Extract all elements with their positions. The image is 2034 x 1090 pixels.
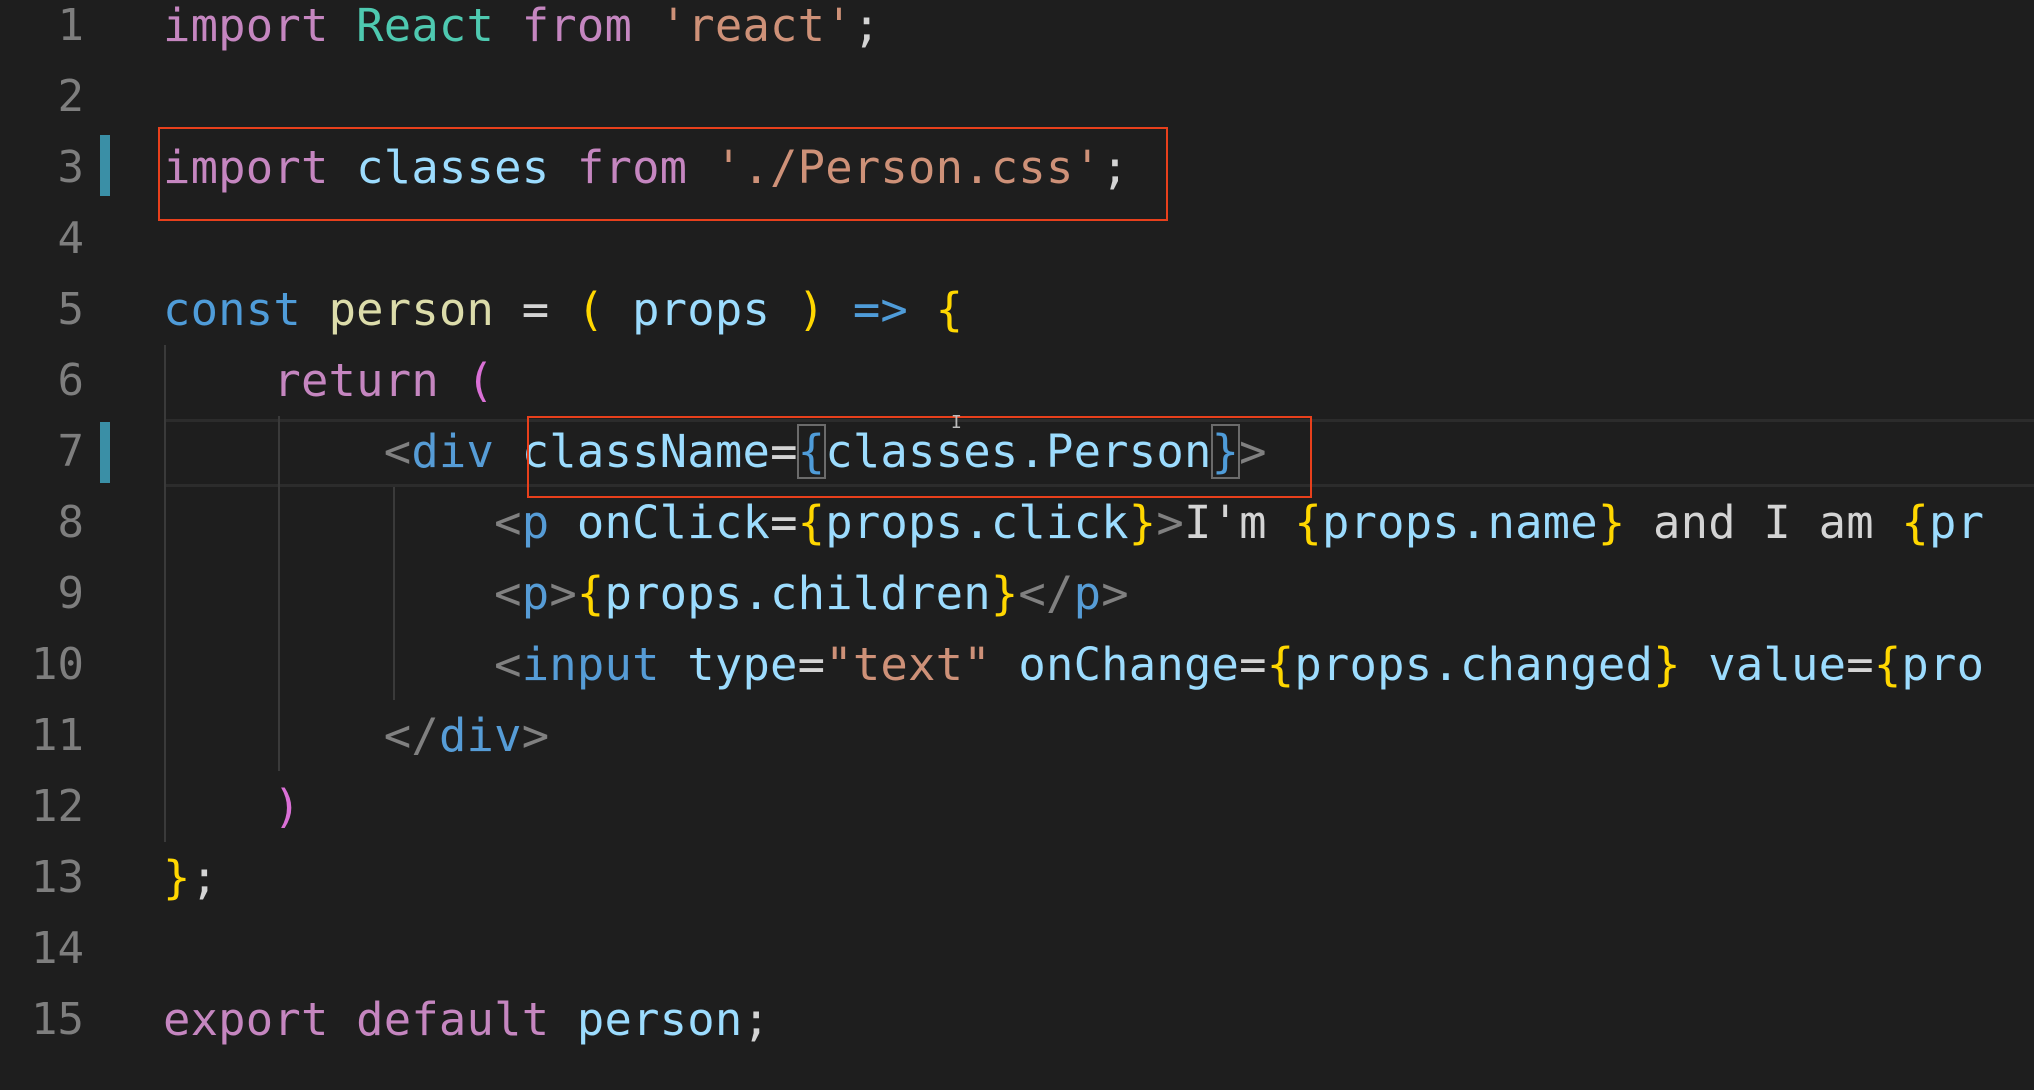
tag-bracket: </ [1018, 567, 1074, 620]
expression: pro [1901, 638, 1985, 691]
string-literal: "text" [825, 638, 991, 691]
jsx-text: and I am [1625, 496, 1902, 549]
punctuation: ; [852, 0, 881, 52]
identifier: person [576, 993, 743, 1046]
jsx-tag: div [411, 425, 495, 478]
modified-line-indicator [100, 135, 110, 196]
bracket: } [990, 567, 1019, 620]
bracket: { [1266, 638, 1295, 691]
line-number: 1 [57, 0, 85, 51]
line-number: 10 [31, 639, 84, 690]
text-cursor-icon: I [951, 412, 962, 433]
operator: = [521, 283, 550, 336]
line-number: 12 [31, 781, 84, 832]
punctuation: ; [742, 993, 771, 1046]
expression: props.children [604, 567, 991, 620]
tag-bracket: < [383, 425, 412, 478]
tag-bracket: > [549, 567, 577, 620]
operator: = [1846, 638, 1874, 691]
code-line-1[interactable]: import React from 'react'; [163, 0, 880, 61]
parameter: props [632, 283, 771, 336]
bracket: { [797, 496, 826, 549]
line-number: 6 [57, 355, 85, 406]
jsx-attribute: onClick [576, 496, 771, 549]
line-number: 15 [31, 994, 84, 1045]
line-number-gutter: 1 2 3 4 5 6 7 8 9 10 11 12 13 14 15 [0, 0, 100, 1090]
code-line-5[interactable]: const person = ( props ) => { [163, 274, 963, 345]
punctuation: ; [190, 851, 219, 904]
line-number: 13 [31, 852, 84, 903]
code-line-10[interactable]: <input type="text" onChange={props.chang… [163, 629, 1984, 700]
keyword: default [356, 993, 550, 1046]
annotation-box-classname [527, 416, 1312, 498]
line-number: 9 [57, 568, 85, 619]
line-number: 8 [57, 497, 85, 548]
tag-bracket: </ [383, 709, 439, 762]
tag-bracket: < [494, 638, 522, 691]
keyword: return [273, 354, 439, 407]
bracket: ) [797, 283, 826, 336]
bracket: } [1653, 638, 1681, 691]
line-number: 2 [57, 71, 85, 122]
jsx-text: I'm [1183, 496, 1295, 549]
expression: props.name [1321, 496, 1598, 549]
jsx-tag: input [521, 638, 660, 691]
function-name: person [328, 283, 495, 336]
keyword: import [163, 0, 329, 52]
arrow-operator: => [852, 283, 909, 336]
identifier: React [356, 0, 495, 52]
bracket: { [1873, 638, 1902, 691]
line-number: 14 [31, 923, 84, 974]
tag-bracket: < [494, 567, 522, 620]
bracket: ) [273, 780, 301, 833]
code-line-6[interactable]: return ( [163, 345, 494, 416]
bracket: { [935, 283, 964, 336]
string-literal: 'react' [659, 0, 853, 52]
operator: = [797, 638, 826, 691]
modified-line-indicator [100, 422, 110, 483]
jsx-tag: p [1073, 567, 1102, 620]
bracket: } [1128, 496, 1157, 549]
bracket: } [163, 851, 191, 904]
bracket: } [1597, 496, 1626, 549]
expression: pr [1929, 496, 1985, 549]
annotation-box-import-classes [158, 127, 1168, 221]
jsx-tag: p [521, 567, 550, 620]
code-line-12[interactable]: ) [163, 771, 301, 842]
tag-bracket: > [521, 709, 550, 762]
expression: props.click [825, 496, 1129, 549]
jsx-attribute: type [687, 638, 798, 691]
line-number: 5 [57, 284, 85, 335]
line-number: 11 [31, 710, 84, 761]
jsx-tag: div [438, 709, 522, 762]
bracket: { [576, 567, 605, 620]
line-number: 4 [57, 213, 85, 264]
expression: props.changed [1294, 638, 1654, 691]
jsx-tag: p [521, 496, 550, 549]
tag-bracket: > [1156, 496, 1184, 549]
keyword: from [521, 0, 633, 52]
code-line-13[interactable]: }; [163, 842, 218, 913]
tag-bracket: < [494, 496, 522, 549]
code-line-15[interactable]: export default person; [163, 984, 770, 1055]
jsx-attribute: onChange [1018, 638, 1240, 691]
keyword: export [163, 993, 329, 1046]
bracket: { [1901, 496, 1929, 549]
bracket: ( [466, 354, 495, 407]
code-editor[interactable]: 1 2 3 4 5 6 7 8 9 10 11 12 13 14 15 impo… [0, 0, 2034, 1090]
bracket: { [1294, 496, 1322, 549]
jsx-attribute: value [1708, 638, 1847, 691]
tag-bracket: > [1101, 567, 1129, 620]
operator: = [770, 496, 798, 549]
code-line-9[interactable]: <p>{props.children}</p> [163, 558, 1129, 629]
keyword: const [163, 283, 301, 336]
line-number: 3 [57, 142, 85, 193]
operator: = [1239, 638, 1267, 691]
bracket: ( [576, 283, 605, 336]
code-line-11[interactable]: </div> [163, 700, 549, 771]
line-number: 7 [57, 426, 85, 477]
